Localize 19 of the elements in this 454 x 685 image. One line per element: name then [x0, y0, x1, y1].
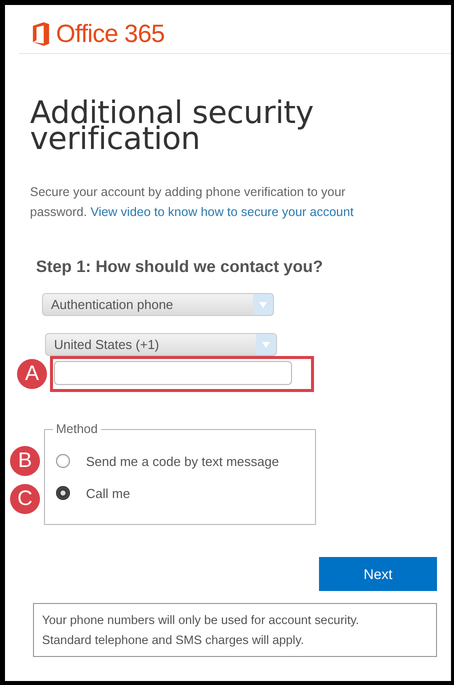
option-label[interactable]: Send me a code by text message [86, 454, 279, 468]
notice-text: Your phone numbers will only be used for account security. Standard telephone and SMS charges will apply. [42, 613, 360, 647]
radio-button[interactable] [56, 454, 70, 468]
video-link[interactable]: View video to know how to secure your account [90, 205, 354, 219]
option-label[interactable]: Call me [86, 486, 130, 501]
radio-button[interactable] [56, 486, 70, 500]
method-legend: Method [53, 422, 101, 436]
next-button[interactable]: Next [319, 557, 437, 591]
brand-name: Office 365 [56, 20, 165, 48]
annotation-badge: A [17, 359, 47, 389]
page-title: Additional security verification [30, 100, 315, 152]
step-heading: Step 1: How should we contact you? [36, 258, 324, 277]
dropdown[interactable]: Authentication phone [42, 293, 274, 316]
office-logo-icon [32, 22, 50, 46]
dropdown[interactable]: United States (+1) [45, 333, 277, 356]
phone-input-field[interactable] [54, 361, 292, 385]
annotation-badge: C [10, 484, 40, 514]
annotation-badge: B [10, 446, 40, 476]
intro-text: Secure your account by adding phone verification to your password. View video to know how to secure your account [30, 184, 355, 221]
